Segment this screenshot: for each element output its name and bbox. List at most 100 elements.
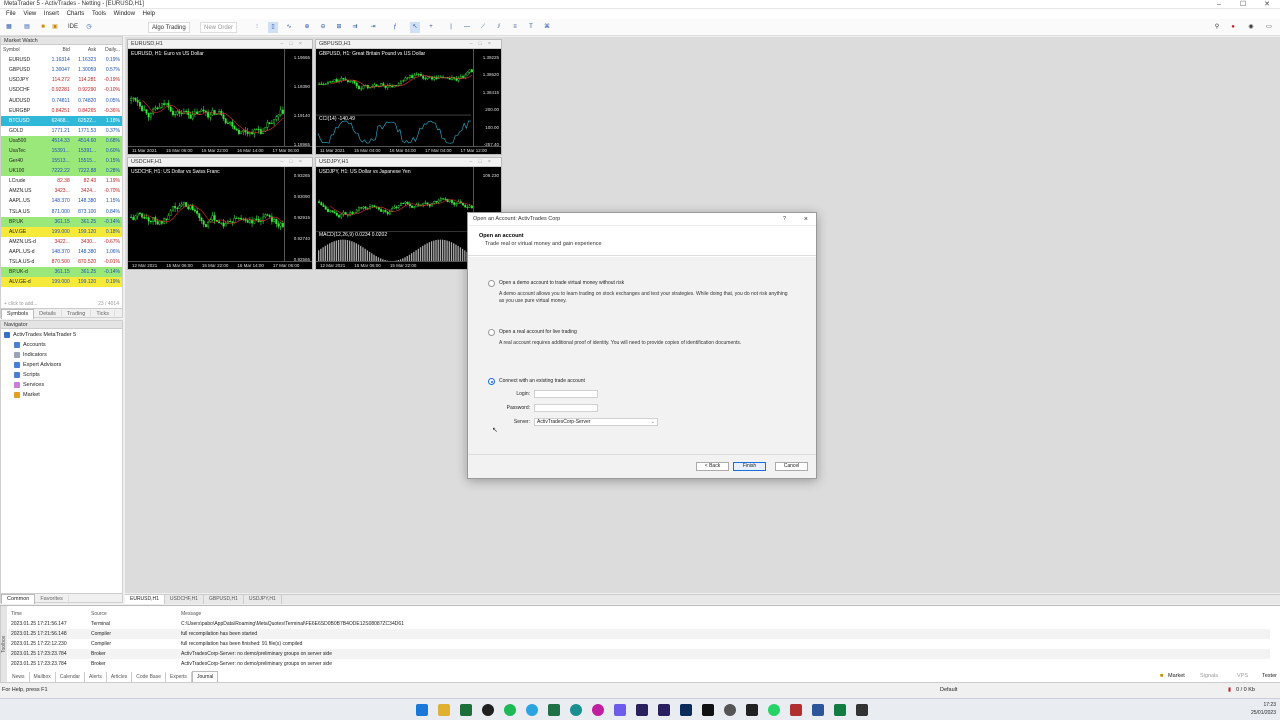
market-watch-row[interactable]: Usa500 4514.33 4514.60 0.68% [1,135,122,146]
account-icon[interactable]: ◉ [1246,22,1256,33]
search-icon[interactable]: ⚲ [1212,22,1222,33]
price-plot[interactable]: EURUSD, H1: Euro vs US Dollar 1.19665 1.19… [128,49,312,154]
excel-icon[interactable] [548,704,560,716]
teams-icon[interactable] [614,704,626,716]
tab-news[interactable]: News [8,672,30,682]
bar-chart-icon[interactable]: ⫶ [252,22,262,33]
text-icon[interactable]: T [526,22,536,33]
journal-row[interactable]: 2023.01.25 17:22:12.230 Compiler full reco… [8,639,1270,649]
menu-help[interactable]: Help [143,9,155,19]
tab-code-base[interactable]: Code Base [132,672,166,682]
column-header[interactable]: Daily... [98,45,122,55]
menu-tools[interactable]: Tools [92,9,106,19]
option-label[interactable]: Open a demo account to trade virtual mon… [499,280,624,287]
column-header[interactable]: Symbol [1,45,45,55]
chart-tab-usdchf[interactable]: USDCHF,H1 [165,595,204,604]
journal-row[interactable]: 2023.01.25 17:23:23.784 Broker ActivTrades… [8,659,1270,669]
market-watch-row[interactable]: UK100 7222.22 7222.88 0.28% [1,166,122,177]
chart-window-controls[interactable]: –□× [280,158,308,167]
market-watch-row[interactable]: TSLA.US 871.000 873.100 0.84% [1,206,122,217]
maps-icon[interactable] [482,704,494,716]
fibonacci-icon[interactable]: ≡ [510,22,520,33]
indicators-icon[interactable]: ƒ [390,22,400,33]
chart-window-eurusd[interactable]: EURUSD,H1 –□× EURUSD, H1: Euro vs US Doll… [127,39,313,155]
navigator-item-market[interactable]: Market [4,390,119,400]
telegram-icon[interactable] [526,704,538,716]
photoshop-icon[interactable] [680,704,692,716]
market-watch-row[interactable]: AUDUSD 0.74811 0.74820 0.05% [1,95,122,106]
real-radio[interactable] [488,329,495,336]
candlestick-icon[interactable]: ▯ [268,22,278,33]
status-market[interactable]: Market [1168,673,1185,679]
tab-mailbox[interactable]: Mailbox [30,672,56,682]
vertical-line-icon[interactable]: | [446,22,456,33]
metaeditor-icon[interactable] [460,704,472,716]
market-icon[interactable]: ■ [1160,673,1163,679]
market-watch-row[interactable]: AAPL.US-d 148.370 148.380 1.06% [1,246,122,257]
menu-file[interactable]: File [6,9,16,19]
chart-tab-eurusd[interactable]: EURUSD,H1 [125,595,165,604]
chart-window-controls[interactable]: –□× [469,40,497,49]
settings-icon[interactable] [724,704,736,716]
algo-trading-button[interactable]: Algo Trading [148,22,190,33]
column-header[interactable]: Source [88,609,178,619]
chart-shift-icon[interactable]: ⇥ [368,22,378,33]
market-watch-row[interactable]: USDCHF 0.92281 0.92290 -0.10% [1,85,122,96]
market-watch-row[interactable]: BP.UK 361.15 361.25 -0.14% [1,216,122,227]
column-header[interactable]: Time [8,609,88,619]
market-watch-icon[interactable]: ■ [38,22,48,33]
grid-icon[interactable]: ⊞ [334,22,344,33]
app-icon[interactable] [834,704,846,716]
horizontal-line-icon[interactable]: — [462,22,472,33]
market-watch-row[interactable]: AMZN.US-d 3422... 3430... -0.67% [1,236,122,247]
tab-common[interactable]: Common [1,594,36,604]
tiktok-icon[interactable] [702,704,714,716]
navigator-item-scripts[interactable]: Scripts [4,370,119,380]
cancel-button[interactable]: Cancel [775,462,808,471]
chart-window-controls[interactable]: –□× [469,158,497,167]
status-signals[interactable]: Signals [1200,673,1218,679]
column-header[interactable]: Bid [45,45,71,55]
navigator-item-services[interactable]: Services [4,380,119,390]
tab-alerts[interactable]: Alerts [85,672,107,682]
market-watch-row[interactable]: BTCUSD 62468... 62522... 1.18% [1,115,122,126]
new-chart-icon[interactable]: ▦ [4,22,14,33]
tab-trading[interactable]: Trading [62,310,92,319]
market-watch-row[interactable]: GBPUSD 1.30047 1.30059 0.57% [1,65,122,76]
chart-tab-gbpusd[interactable]: GBPUSD,H1 [204,595,244,604]
menu-insert[interactable]: Insert [44,9,59,19]
tab-calendar[interactable]: Calendar [56,672,86,682]
ide-button[interactable]: IDE [68,22,78,33]
navigator-item-expert-advisors[interactable]: Expert Advisors [4,360,119,370]
market-watch-row[interactable]: UsaTec 15391... 15391... 0.60% [1,145,122,157]
chart-window-usdchf[interactable]: USDCHF,H1 –□× USDCHF, H1: US Dollar vs Sw… [127,157,313,270]
journal-row[interactable]: 2023.01.25 17:21:56.147 Terminal C:\Users\… [8,619,1270,629]
market-watch-row[interactable]: EURUSD 1.16314 1.16323 0.19% [1,55,122,66]
login-input[interactable] [534,390,598,398]
navigator-root[interactable]: ActivTrades MetaTrader 5 [4,330,119,340]
price-plot[interactable]: USDCHF, H1: US Dollar vs Swiss Franc 0.93… [128,167,312,269]
help-icon[interactable]: ? [783,213,786,226]
tab-articles[interactable]: Articles [107,672,133,682]
tab-symbols[interactable]: Symbols [1,309,35,319]
layout-icon[interactable]: ▭ [1264,22,1274,33]
column-header[interactable]: Message [178,609,1270,619]
chart-window-controls[interactable]: –□× [280,40,308,49]
market-watch-row[interactable]: GOLD 1771.21 1771.53 0.37% [1,125,122,136]
market-watch-row[interactable]: Ger40 15513... 15515... 0.15% [1,156,122,167]
notifications-icon[interactable]: ● [1228,22,1238,33]
metatrader-icon[interactable] [856,704,868,716]
market-watch-row[interactable]: AMZN.US 3423... 3424... -0.70% [1,186,122,197]
tab-favorites[interactable]: Favorites [35,595,69,604]
zoom-in-icon[interactable]: ⊕ [302,22,312,33]
navigator-item-indicators[interactable]: Indicators [4,350,119,360]
status-vps[interactable]: VPS [1237,673,1248,679]
journal-row[interactable]: 2023.01.25 17:21:56.148 Compiler full reco… [8,629,1270,639]
close-icon[interactable]: ✕ [1254,0,1280,9]
option-label[interactable]: Open a real account for live trading [499,329,577,336]
tab-experts[interactable]: Experts [166,672,192,682]
market-watch-row[interactable]: LCrude 82.38 82.43 1.19% [1,176,122,187]
tab-details[interactable]: Details [34,310,62,319]
market-watch-row[interactable]: USDJPY 114.272 114.281 -0.19% [1,75,122,86]
status-tester[interactable]: Tester [1262,673,1277,679]
